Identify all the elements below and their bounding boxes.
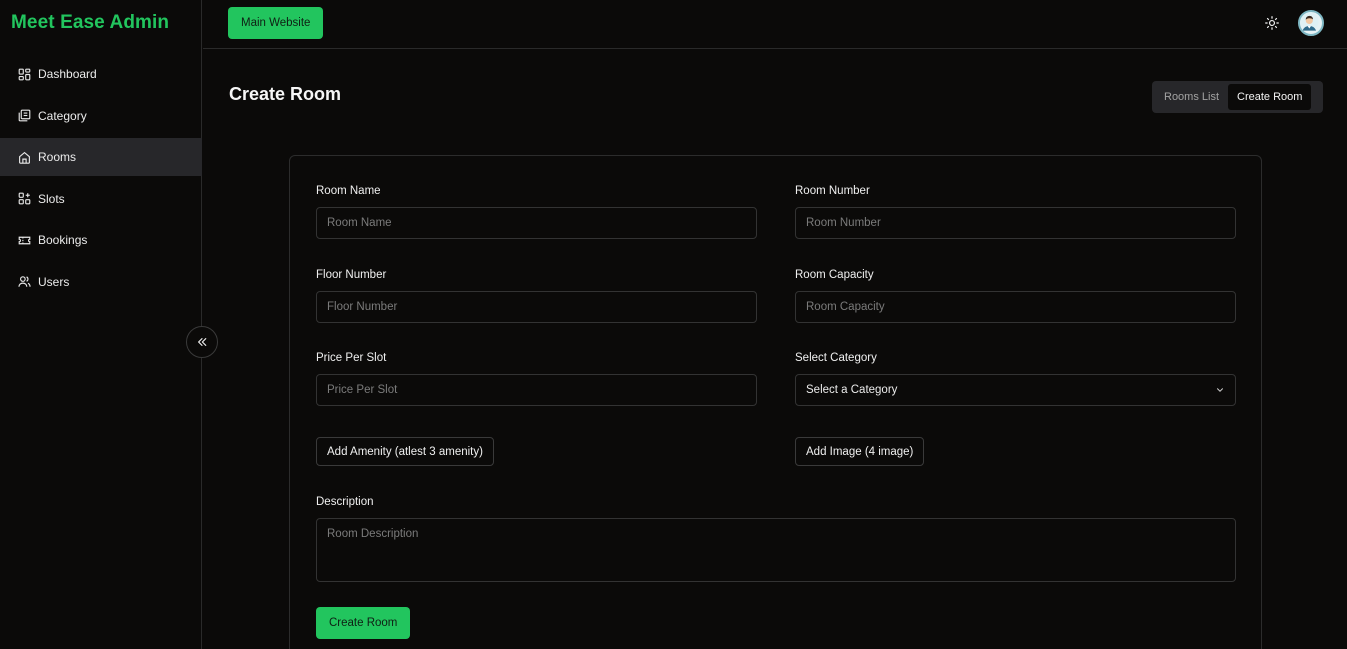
sun-icon[interactable] <box>1265 16 1279 30</box>
add-image-button[interactable]: Add Image (4 image) <box>795 437 925 466</box>
sidebar-item-users[interactable]: Users <box>0 263 202 301</box>
sidebar-nav: Dashboard Category Rooms Slots Bookings … <box>0 55 202 305</box>
sidebar-item-label: Users <box>38 274 70 289</box>
sidebar: Meet Ease Admin Dashboard Category Rooms… <box>0 0 202 649</box>
main-website-button[interactable]: Main Website <box>228 7 324 39</box>
tab-create-room[interactable]: Create Room <box>1228 84 1312 110</box>
ticket-icon <box>18 234 31 247</box>
floor-number-label: Floor Number <box>316 269 387 281</box>
description-label: Description <box>316 496 374 508</box>
room-name-field: Room Name <box>316 185 757 239</box>
sidebar-item-label: Category <box>38 108 87 123</box>
price-per-slot-label: Price Per Slot <box>316 352 387 364</box>
description-textarea[interactable] <box>316 518 1236 582</box>
room-number-field: Room Number <box>795 185 1236 239</box>
sidebar-item-rooms[interactable]: Rooms <box>0 138 202 177</box>
add-amenity-button[interactable]: Add Amenity (atlest 3 amenity) <box>316 437 494 466</box>
category-select-value: Select a Category <box>806 384 898 396</box>
create-room-form: Room Name Room Number Floor Number Room … <box>289 155 1262 649</box>
category-icon <box>18 109 31 122</box>
floor-number-input[interactable] <box>316 291 757 323</box>
sidebar-item-label: Rooms <box>38 150 77 165</box>
sidebar-item-label: Dashboard <box>38 67 97 81</box>
topbar: Main Website <box>203 0 1347 49</box>
chevrons-left-icon <box>198 338 207 346</box>
create-room-button[interactable]: Create Room <box>316 607 411 639</box>
users-icon <box>18 275 31 288</box>
app-root: Meet Ease Admin Dashboard Category Rooms… <box>0 0 1347 649</box>
slots-icon <box>18 192 31 205</box>
view-tabs: Rooms List Create Room <box>1152 81 1323 113</box>
room-number-input[interactable] <box>795 207 1236 239</box>
sidebar-item-slots[interactable]: Slots <box>0 180 202 218</box>
room-capacity-field: Room Capacity <box>795 269 1236 323</box>
page-title: Create Room <box>229 84 342 104</box>
room-capacity-label: Room Capacity <box>795 269 874 281</box>
room-name-input[interactable] <box>316 207 757 239</box>
category-label: Select Category <box>795 352 877 364</box>
sidebar-item-category[interactable]: Category <box>0 97 202 135</box>
user-avatar[interactable] <box>1298 10 1324 36</box>
dashboard-icon <box>18 68 31 81</box>
avatar-icon <box>1300 12 1319 31</box>
category-field: Select Category Select a Category <box>795 352 1236 406</box>
sidebar-item-label: Bookings <box>38 233 88 248</box>
price-per-slot-input[interactable] <box>316 374 757 406</box>
price-per-slot-field: Price Per Slot <box>316 352 757 406</box>
home-icon <box>18 151 31 164</box>
room-number-label: Room Number <box>795 185 870 197</box>
collapse-sidebar-button[interactable] <box>186 326 218 358</box>
sidebar-item-bookings[interactable]: Bookings <box>0 221 202 259</box>
sidebar-item-dashboard[interactable]: Dashboard <box>0 55 202 93</box>
chevron-down-icon <box>1217 388 1223 392</box>
room-name-label: Room Name <box>316 185 381 197</box>
description-field: Description <box>316 496 1236 587</box>
sidebar-item-label: Slots <box>38 191 65 206</box>
room-capacity-input[interactable] <box>795 291 1236 323</box>
floor-number-field: Floor Number <box>316 269 757 323</box>
tab-rooms-list[interactable]: Rooms List <box>1155 84 1228 110</box>
brand-title[interactable]: Meet Ease Admin <box>11 12 169 34</box>
category-select[interactable]: Select a Category <box>795 374 1236 406</box>
